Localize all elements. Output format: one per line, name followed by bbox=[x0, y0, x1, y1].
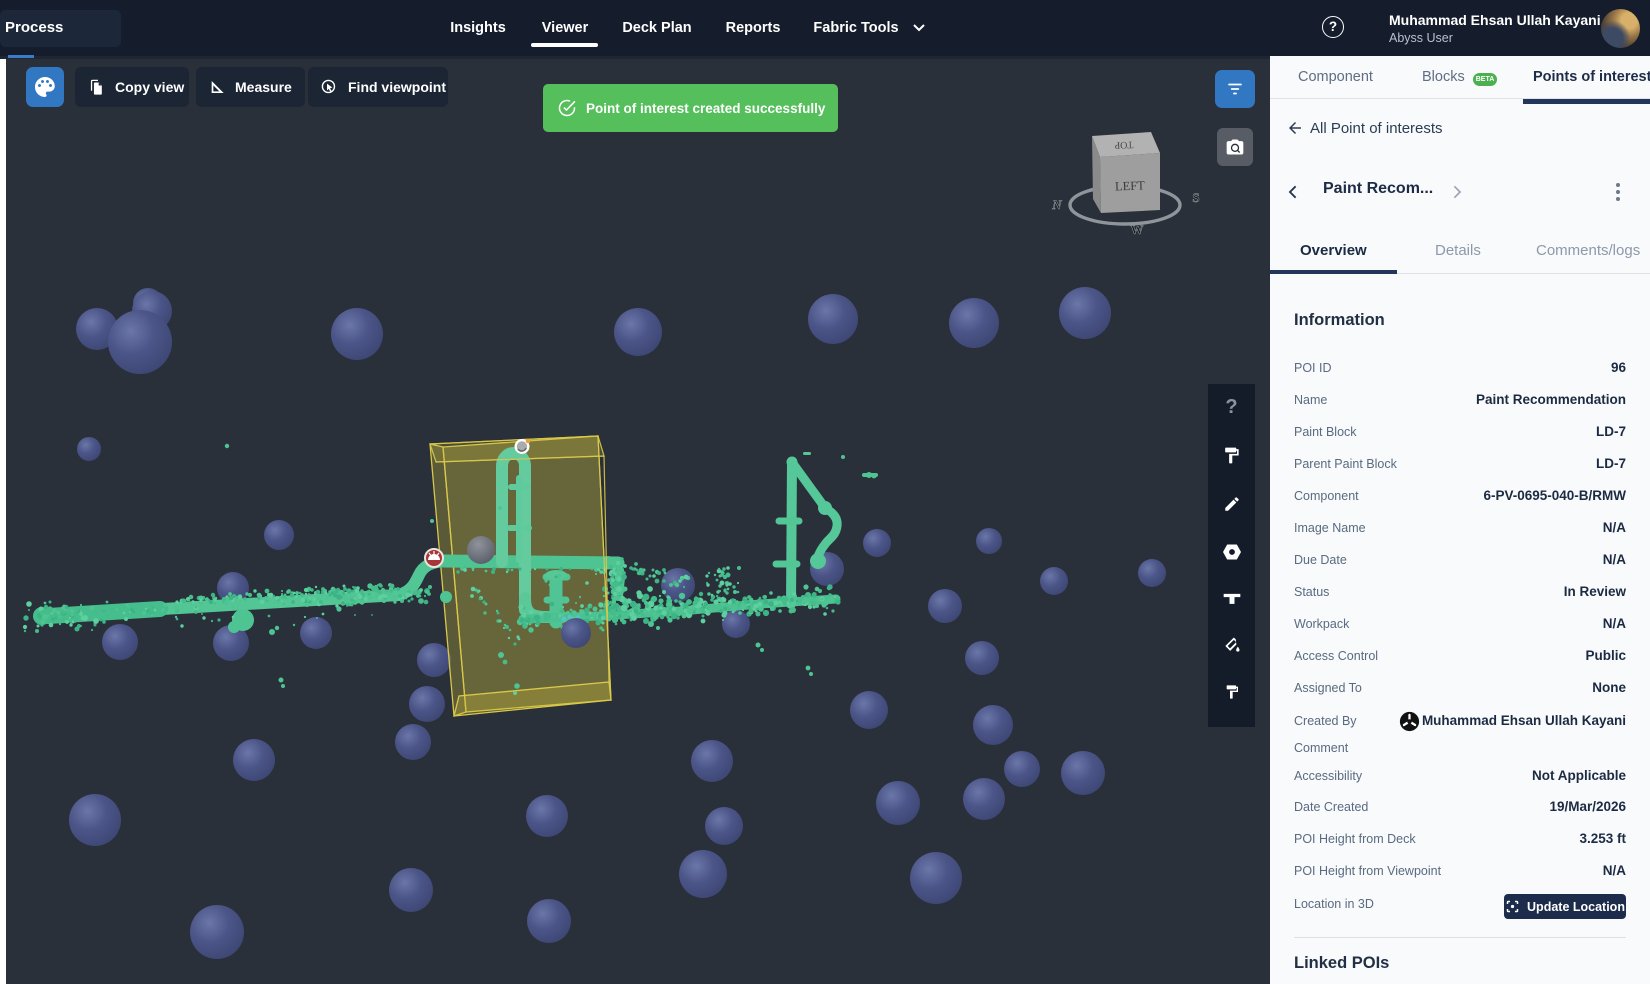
svg-text:N: N bbox=[1051, 197, 1062, 212]
svg-text:W: W bbox=[1131, 222, 1144, 237]
svg-text:LEFT: LEFT bbox=[1115, 178, 1146, 193]
svg-text:S: S bbox=[1192, 190, 1199, 205]
svg-text:TOP: TOP bbox=[1114, 139, 1134, 151]
